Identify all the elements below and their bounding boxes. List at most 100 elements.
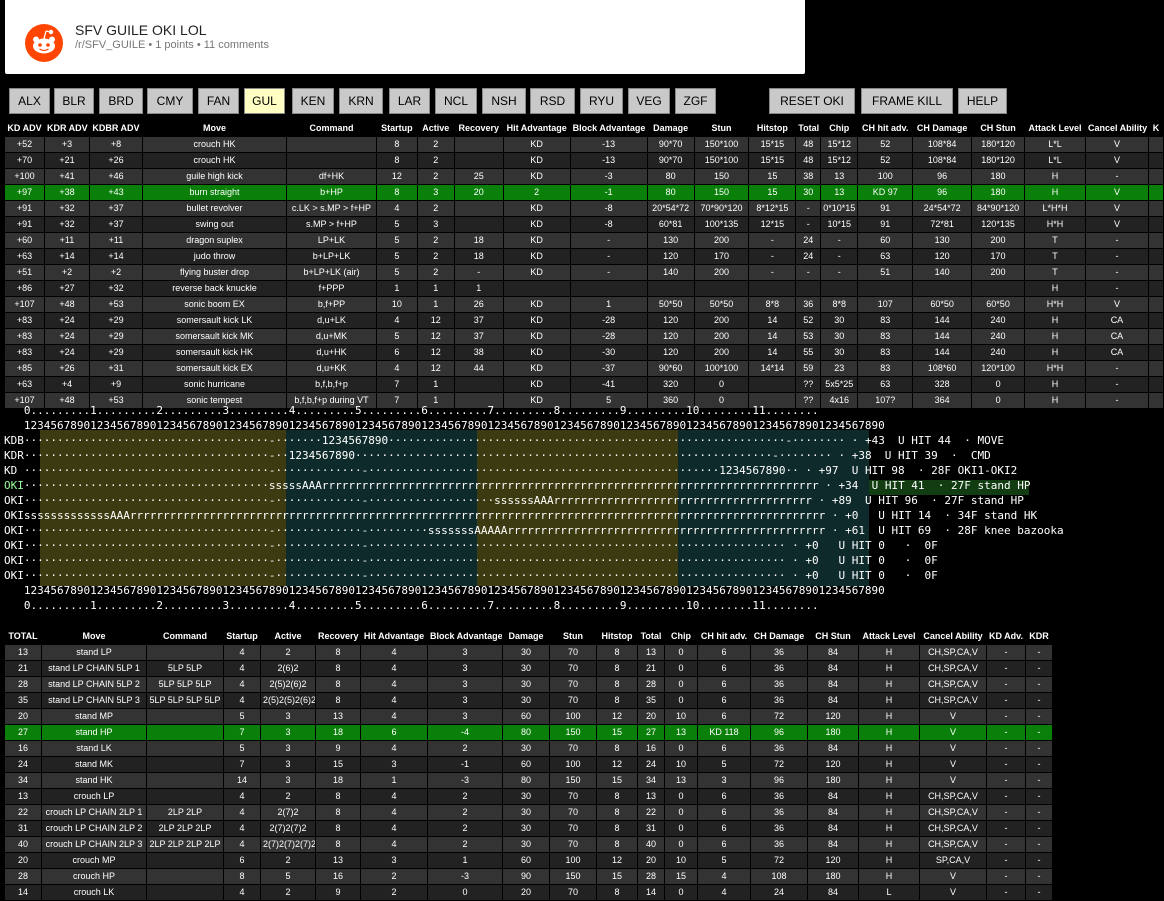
table-row[interactable]: +107 +48 +53 sonic boom EX b,f+PP 10 1 26 KD 1 50*…	[4, 296, 1164, 313]
column-header[interactable]: Cancel Ability	[1084, 120, 1149, 137]
char-button-ncl[interactable]: NCL	[435, 88, 477, 114]
table-row[interactable]: 28 crouch HP 8 5 16 2 -3 90 150 15 28 15 4 108 180 H V - -	[4, 868, 1053, 885]
oki-row-kdbr[interactable]: KDB·····································…	[4, 433, 1064, 448]
column-header[interactable]: Chip	[664, 628, 698, 645]
table-row[interactable]: +97 +38 +43 burn straight b+HP 8 3 20 2 -1 80 150 15…	[4, 184, 1164, 201]
oki-row-oki2[interactable]: OKI·····································…	[4, 493, 1064, 508]
column-header[interactable]: KDBR ADV	[88, 120, 143, 137]
table-row[interactable]: 28 stand LP CHAIN 5LP 2 5LP 5LP 5LP 4 2(5)2(…	[4, 676, 1053, 693]
help-button[interactable]: HELP	[958, 88, 1007, 114]
column-header[interactable]: Damage	[646, 120, 695, 137]
char-button-nsh[interactable]: NSH	[482, 88, 526, 114]
oki-row-oki5[interactable]: OKI·····································…	[4, 538, 1064, 553]
table-row[interactable]: +83 +24 +29 somersault kick HK d,u+HK 6 12 38 KD…	[4, 344, 1164, 361]
char-button-veg[interactable]: VEG	[628, 88, 670, 114]
table-row[interactable]: +83 +24 +29 somersault kick LK d,u+LK 4 12 37 KD…	[4, 312, 1164, 329]
char-button-ken[interactable]: KEN	[292, 88, 334, 114]
column-header[interactable]: Stun	[693, 120, 750, 137]
subreddit-link[interactable]: /r/SFV_GUILE	[75, 39, 145, 51]
column-header[interactable]: CH Damage	[750, 628, 808, 645]
column-header[interactable]: KD ADV	[4, 120, 45, 137]
column-header[interactable]: Startup	[223, 628, 261, 645]
column-header[interactable]: Hit Advantage	[360, 628, 428, 645]
table-row[interactable]: 22 crouch LP CHAIN 2LP 1 2LP 2LP 4 2(7)2 8 4 2 3…	[4, 804, 1053, 821]
oki-row-oki6[interactable]: OKI·····································…	[4, 553, 1064, 568]
table-row[interactable]: 27 stand HP 7 3 18 6 -4 80 150 15 27 13 KD 118 96 180 H…	[4, 724, 1053, 741]
table-row[interactable]: +63 +14 +14 judo throw b+LP+LK 5 2 18 KD -120 170-…	[4, 248, 1164, 265]
column-header[interactable]: CH Damage	[912, 120, 973, 137]
table-row[interactable]: 31 crouch LP CHAIN 2LP 2 2LP 2LP 2LP 4 2(7)2…	[4, 820, 1053, 837]
table-row[interactable]: +83 +24 +29 somersault kick MK d,u+MK 5 12 37 KD…	[4, 328, 1164, 345]
column-header[interactable]: KDR	[1025, 628, 1053, 645]
column-header[interactable]: Hit Advantage	[502, 120, 571, 137]
oki-row-kd[interactable]: KD ·····································…	[4, 463, 1064, 478]
oki-row-oki7[interactable]: OKI·····································…	[4, 568, 1064, 583]
table-row[interactable]: 13 stand LP 4 2 8 4 3 30 70 8 13 0 6 36 84 H CH,SP,CA,V -…	[4, 644, 1053, 661]
table-row[interactable]: +60 +11 +11 dragon suplex LP+LK 5 2 18 KD -130 200…	[4, 232, 1164, 249]
column-header[interactable]: Block Advantage	[427, 628, 503, 645]
column-header[interactable]: Recovery	[453, 120, 504, 137]
table-row[interactable]: 20 stand MP 5 3 13 4 3 60 100 12 20 10 6 72 120 H V - -	[4, 708, 1053, 725]
column-header[interactable]: Move	[141, 120, 288, 137]
column-header[interactable]: Total	[795, 120, 822, 137]
table-row[interactable]: +91 +32 +37 bullet revolver c.LK > s.MP > f+…	[4, 200, 1164, 217]
oki-row-oki1[interactable]: OKI·····································…	[4, 478, 1064, 493]
column-header[interactable]: Command	[146, 628, 224, 645]
table-row[interactable]: +63 +4 +9 sonic hurricane b,f,b,f+p 7 1 KD -41 32…	[4, 376, 1164, 393]
column-header[interactable]: Block Advantage	[569, 120, 648, 137]
column-header[interactable]: Hitstop	[596, 628, 638, 645]
table-row[interactable]: 34 stand HK 14 3 18 1 -3 80 150 15 34 13 3 96 180 H V - -	[4, 772, 1053, 789]
table-row[interactable]: +51 +2 +2 flying buster drop b+LP+LK (air) 5 2…	[4, 264, 1164, 281]
column-header[interactable]: Attack Level	[1024, 120, 1086, 137]
column-header[interactable]: K	[1147, 120, 1164, 137]
char-button-lar[interactable]: LAR	[389, 88, 430, 114]
table-row[interactable]: 16 stand LK 5 3 9 4 2 30 70 8 16 0 6 36 84 H V - -	[4, 740, 1053, 757]
table-row[interactable]: +100 +41 +46 guile high kick df+HK 12 2 25 KD -3 8…	[4, 168, 1164, 185]
table-row[interactable]: 20 crouch MP 6 2 13 3 1 60 100 12 20 10 5 72 120 H SP,CA…	[4, 852, 1053, 869]
column-header[interactable]: Cancel Ability	[919, 628, 987, 645]
table-row[interactable]: 14 crouch LK 4 2 9 2 0 20 70 8 14 0 4 24 84 L V - -	[4, 884, 1053, 901]
char-button-alx[interactable]: ALX	[9, 88, 50, 114]
column-header[interactable]: KD Adv.	[986, 628, 1026, 645]
column-header[interactable]: CH Stun	[807, 628, 859, 645]
column-header[interactable]: Recovery	[315, 628, 361, 645]
char-button-cmy[interactable]: CMY	[147, 88, 193, 114]
column-header[interactable]: Damage	[502, 628, 550, 645]
column-header[interactable]: Active	[260, 628, 316, 645]
column-header[interactable]: Attack Level	[858, 628, 920, 645]
table-row[interactable]: +52 +3 +8 crouch HK 8 2 KD -13 90*70 150*100 15*15…	[4, 136, 1164, 153]
table-row[interactable]: 35 stand LP CHAIN 5LP 3 5LP 5LP 5LP 5LP 4 2(…	[4, 692, 1053, 709]
table-row[interactable]: 24 stand MK 7 3 15 3 -1 60 100 12 24 10 5 72 120 H V - -	[4, 756, 1053, 773]
oki-row-oki3[interactable]: OKIsssssssssssssAAArrrrrrrrrrrrrrrrrrrrr…	[4, 508, 1064, 523]
table-row[interactable]: +70 +21 +26 crouch HK 8 2 KD -13 90*70 150*100 15*…	[4, 152, 1164, 169]
column-header[interactable]: CH hit adv.	[697, 628, 751, 645]
char-button-gul[interactable]: GUL	[244, 88, 285, 114]
char-button-ryu[interactable]: RYU	[580, 88, 623, 114]
column-header[interactable]: Chip	[820, 120, 859, 137]
char-button-brd[interactable]: BRD	[99, 88, 143, 114]
column-header[interactable]: CH Stun	[971, 120, 1026, 137]
table-row[interactable]: 21 stand LP CHAIN 5LP 1 5LP 5LP 4 2(6)2 8 4 3 30…	[4, 660, 1053, 677]
column-header[interactable]: Move	[41, 628, 147, 645]
reset-oki-button[interactable]: RESET OKI	[769, 88, 855, 114]
column-header[interactable]: Command	[286, 120, 377, 137]
post-title[interactable]: SFV GUILE OKI LOL	[75, 22, 207, 38]
char-button-krn[interactable]: KRN	[339, 88, 383, 114]
table-row[interactable]: 40 crouch LP CHAIN 2LP 3 2LP 2LP 2LP 2LP 4 2…	[4, 836, 1053, 853]
column-header[interactable]: Startup	[375, 120, 418, 137]
column-header[interactable]: CH hit adv.	[857, 120, 914, 137]
frame-kill-button[interactable]: FRAME KILL	[861, 88, 953, 114]
oki-row-kdr[interactable]: KDR·····································…	[4, 448, 1064, 463]
table-row[interactable]: +91 +32 +37 swing out s.MP > f+HP 5 3 KD -8 60*81…	[4, 216, 1164, 233]
char-button-fan[interactable]: FAN	[198, 88, 239, 114]
column-header[interactable]: TOTAL	[4, 628, 42, 645]
column-header[interactable]: Total	[637, 628, 665, 645]
table-row[interactable]: +85 +26 +31 somersault kick EX d,u+KK 4 12 44 KD…	[4, 360, 1164, 377]
table-row[interactable]: 13 crouch LP 4 2 8 4 2 30 70 8 13 0 6 36 84 H CH,SP,CA,V…	[4, 788, 1053, 805]
column-header[interactable]: Stun	[549, 628, 597, 645]
table-row[interactable]: +86 +27 +32 reverse back knuckle f+PPP 1 1 1 H -	[4, 280, 1164, 297]
column-header[interactable]: Active	[416, 120, 455, 137]
char-button-rsd[interactable]: RSD	[530, 88, 575, 114]
column-header[interactable]: Hitstop	[748, 120, 797, 137]
char-button-blr[interactable]: BLR	[54, 88, 94, 114]
